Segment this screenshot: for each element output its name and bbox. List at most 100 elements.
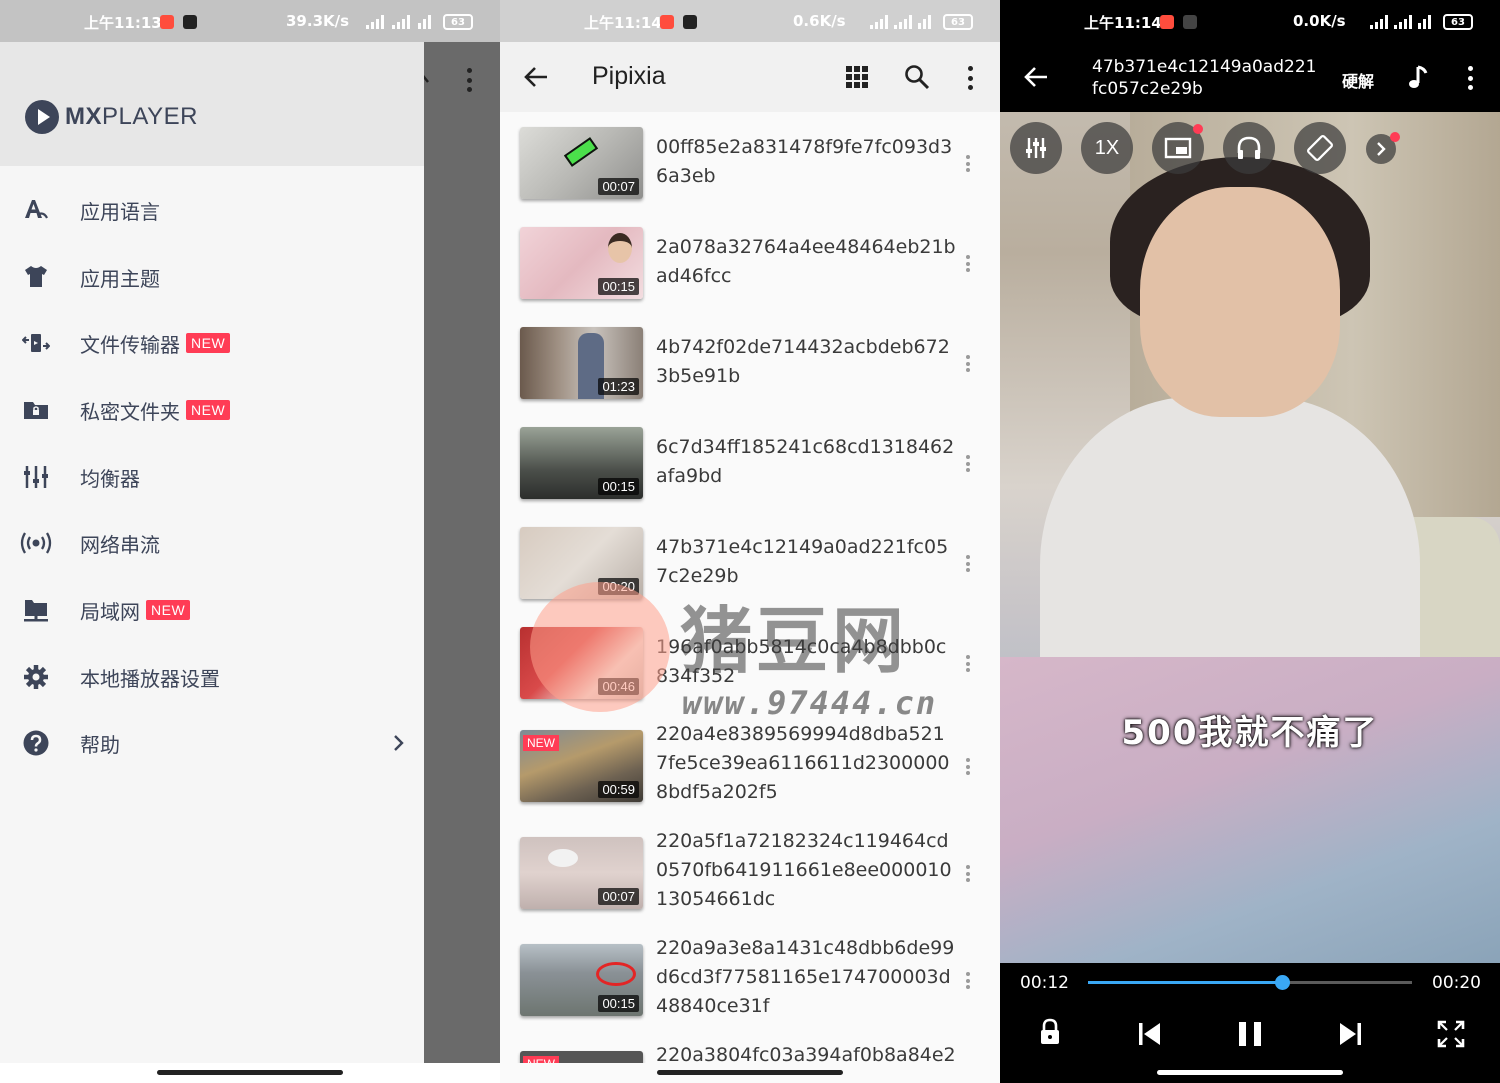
next-icon[interactable]	[1335, 1019, 1365, 1049]
duration-label: 01:23	[598, 378, 639, 395]
home-indicator[interactable]	[157, 1070, 343, 1075]
drawer-item-label: 应用主题	[80, 266, 160, 291]
folder-title: Pipixia	[592, 62, 666, 90]
network-stream-icon	[20, 532, 52, 554]
rotate-screen-icon	[1307, 135, 1333, 161]
more-options-icon[interactable]	[1468, 66, 1474, 90]
tiktok-icon	[183, 15, 197, 29]
player-top-bar: 47b371e4c12149a0ad221fc057c2e29b 硬解	[1000, 42, 1500, 112]
nav-bar	[500, 1063, 1000, 1083]
status-time: 上午11:14	[1084, 14, 1162, 32]
drawer-item-player-settings[interactable]: 本地播放器设置	[0, 647, 424, 707]
folder-screen: 上午11:14 0.6K/s 63 Pipixia 00:07 00ff85e2…	[500, 0, 1000, 1083]
new-badge: NEW	[523, 735, 559, 751]
record-icon	[660, 15, 674, 29]
signal-icon	[1370, 15, 1388, 29]
video-title: 220a9a3e8a1431c48dbb6de99d6cd3f77581165e…	[656, 937, 955, 1017]
duration-label: 00:15	[598, 478, 639, 495]
video-surface[interactable]: 500我就不痛了 1X	[1000, 97, 1500, 963]
drawer-item-network-stream[interactable]: 网络串流	[0, 513, 424, 573]
file-transfer-icon	[22, 334, 50, 352]
video-title: 220a5f1a72182324c119464cd0570fb641911661…	[656, 830, 952, 910]
logo-text-bold: MX	[65, 103, 102, 130]
seek-handle[interactable]	[1275, 975, 1291, 990]
drawer-item-label: 应用语言	[80, 199, 160, 224]
drawer-screen: 上午11:13 39.3K/s 63 MXPLAYER 应用语言 应用主题 文件…	[0, 0, 500, 1083]
more-icon[interactable]	[966, 555, 971, 572]
video-person-face	[1140, 187, 1340, 417]
drawer-item-file-transfer[interactable]: 文件传输器 NEW	[0, 313, 424, 373]
tiktok-icon	[683, 15, 697, 29]
more-icon[interactable]	[966, 255, 971, 272]
status-net-speed: 0.0K/s	[1293, 12, 1346, 30]
drawer-item-label: 局域网	[80, 599, 140, 624]
notification-dot	[1390, 132, 1400, 142]
speed-button[interactable]: 1X	[1081, 122, 1133, 174]
lock-icon[interactable]	[1035, 1017, 1065, 1047]
back-arrow-icon[interactable]	[523, 64, 549, 90]
video-title: 196af0abb5814c0ca4b8dbb0c834f352	[656, 636, 947, 687]
seek-progress	[1088, 981, 1283, 984]
drawer-item-label: 文件传输器	[80, 332, 180, 357]
video-title: 220a4e8389569994d8dba5217fe5ce39ea611661…	[656, 723, 950, 803]
video-thumbnail: 01:23	[520, 327, 643, 399]
drawer-item-language[interactable]: 应用语言	[0, 180, 424, 240]
chevron-right-icon	[394, 735, 404, 751]
video-thumbnail: 00:07	[520, 127, 643, 199]
new-badge: NEW	[146, 600, 191, 620]
drawer-scrim[interactable]	[420, 42, 500, 1063]
home-indicator[interactable]	[1157, 1070, 1343, 1075]
more-icon[interactable]	[966, 355, 971, 372]
drawer-item-label: 帮助	[80, 732, 120, 757]
private-folder-icon	[24, 402, 48, 419]
drawer-item-private-folder[interactable]: 私密文件夹 NEW	[0, 380, 424, 440]
more-icon[interactable]	[966, 972, 971, 989]
status-net-speed: 39.3K/s	[286, 12, 350, 30]
pause-icon[interactable]	[1235, 1019, 1265, 1049]
lan-icon	[24, 600, 48, 622]
drawer-item-equalizer[interactable]: 均衡器	[0, 447, 424, 507]
equalizer-icon	[1026, 138, 1046, 158]
seek-bar[interactable]	[1088, 975, 1412, 990]
duration-label: 00:20	[598, 578, 639, 595]
logo-text-rest: PLAYER	[102, 103, 198, 130]
video-thumbnail: 00:15	[520, 944, 643, 1016]
status-bar: 上午11:13 39.3K/s 63	[0, 0, 500, 42]
more-icon[interactable]	[966, 655, 971, 672]
drawer-item-help[interactable]: 帮助	[0, 713, 424, 773]
back-arrow-icon[interactable]	[1023, 64, 1049, 90]
more-options-icon[interactable]	[968, 66, 974, 90]
app-bar: Pipixia	[500, 42, 1000, 112]
subtitle-text: 500我就不痛了	[1121, 713, 1379, 753]
signal-icon-2	[392, 15, 410, 29]
equalizer-button[interactable]	[1010, 122, 1062, 174]
grid-view-icon[interactable]	[846, 66, 868, 88]
rotate-button[interactable]	[1294, 122, 1346, 174]
previous-icon[interactable]	[1135, 1019, 1165, 1049]
more-icon[interactable]	[966, 455, 971, 472]
drawer-item-label: 均衡器	[80, 466, 140, 491]
nav-bar	[0, 1063, 500, 1083]
more-icon[interactable]	[966, 155, 971, 172]
duration-label: 00:07	[598, 178, 639, 195]
fullscreen-icon[interactable]	[1436, 1019, 1466, 1049]
video-title: 2a078a32764a4ee48464eb21bad46fcc	[656, 236, 956, 287]
more-icon[interactable]	[966, 865, 971, 882]
player-bottom-bar: 00:12 00:20	[1000, 963, 1500, 1083]
background-play-button[interactable]	[1223, 122, 1275, 174]
video-thumbnail: 00:20	[520, 527, 643, 599]
battery-icon: 63	[943, 14, 973, 30]
drawer-item-theme[interactable]: 应用主题	[0, 247, 424, 307]
drawer-item-lan[interactable]: 局域网 NEW	[0, 580, 424, 640]
gear-icon	[24, 665, 48, 689]
duration-label: 00:07	[598, 888, 639, 905]
search-icon[interactable]	[904, 64, 930, 90]
signal-icon	[870, 15, 888, 29]
video-list: 00:07 00ff85e2a831478f9fe7fc093d36a3eb 0…	[500, 112, 1000, 1063]
more-icon[interactable]	[966, 758, 971, 775]
music-note-icon[interactable]	[1406, 64, 1430, 90]
home-indicator[interactable]	[657, 1070, 843, 1075]
wifi-icon	[1418, 15, 1431, 29]
decoder-toggle[interactable]: 硬解	[1342, 68, 1374, 92]
new-badge: NEW	[186, 333, 231, 353]
